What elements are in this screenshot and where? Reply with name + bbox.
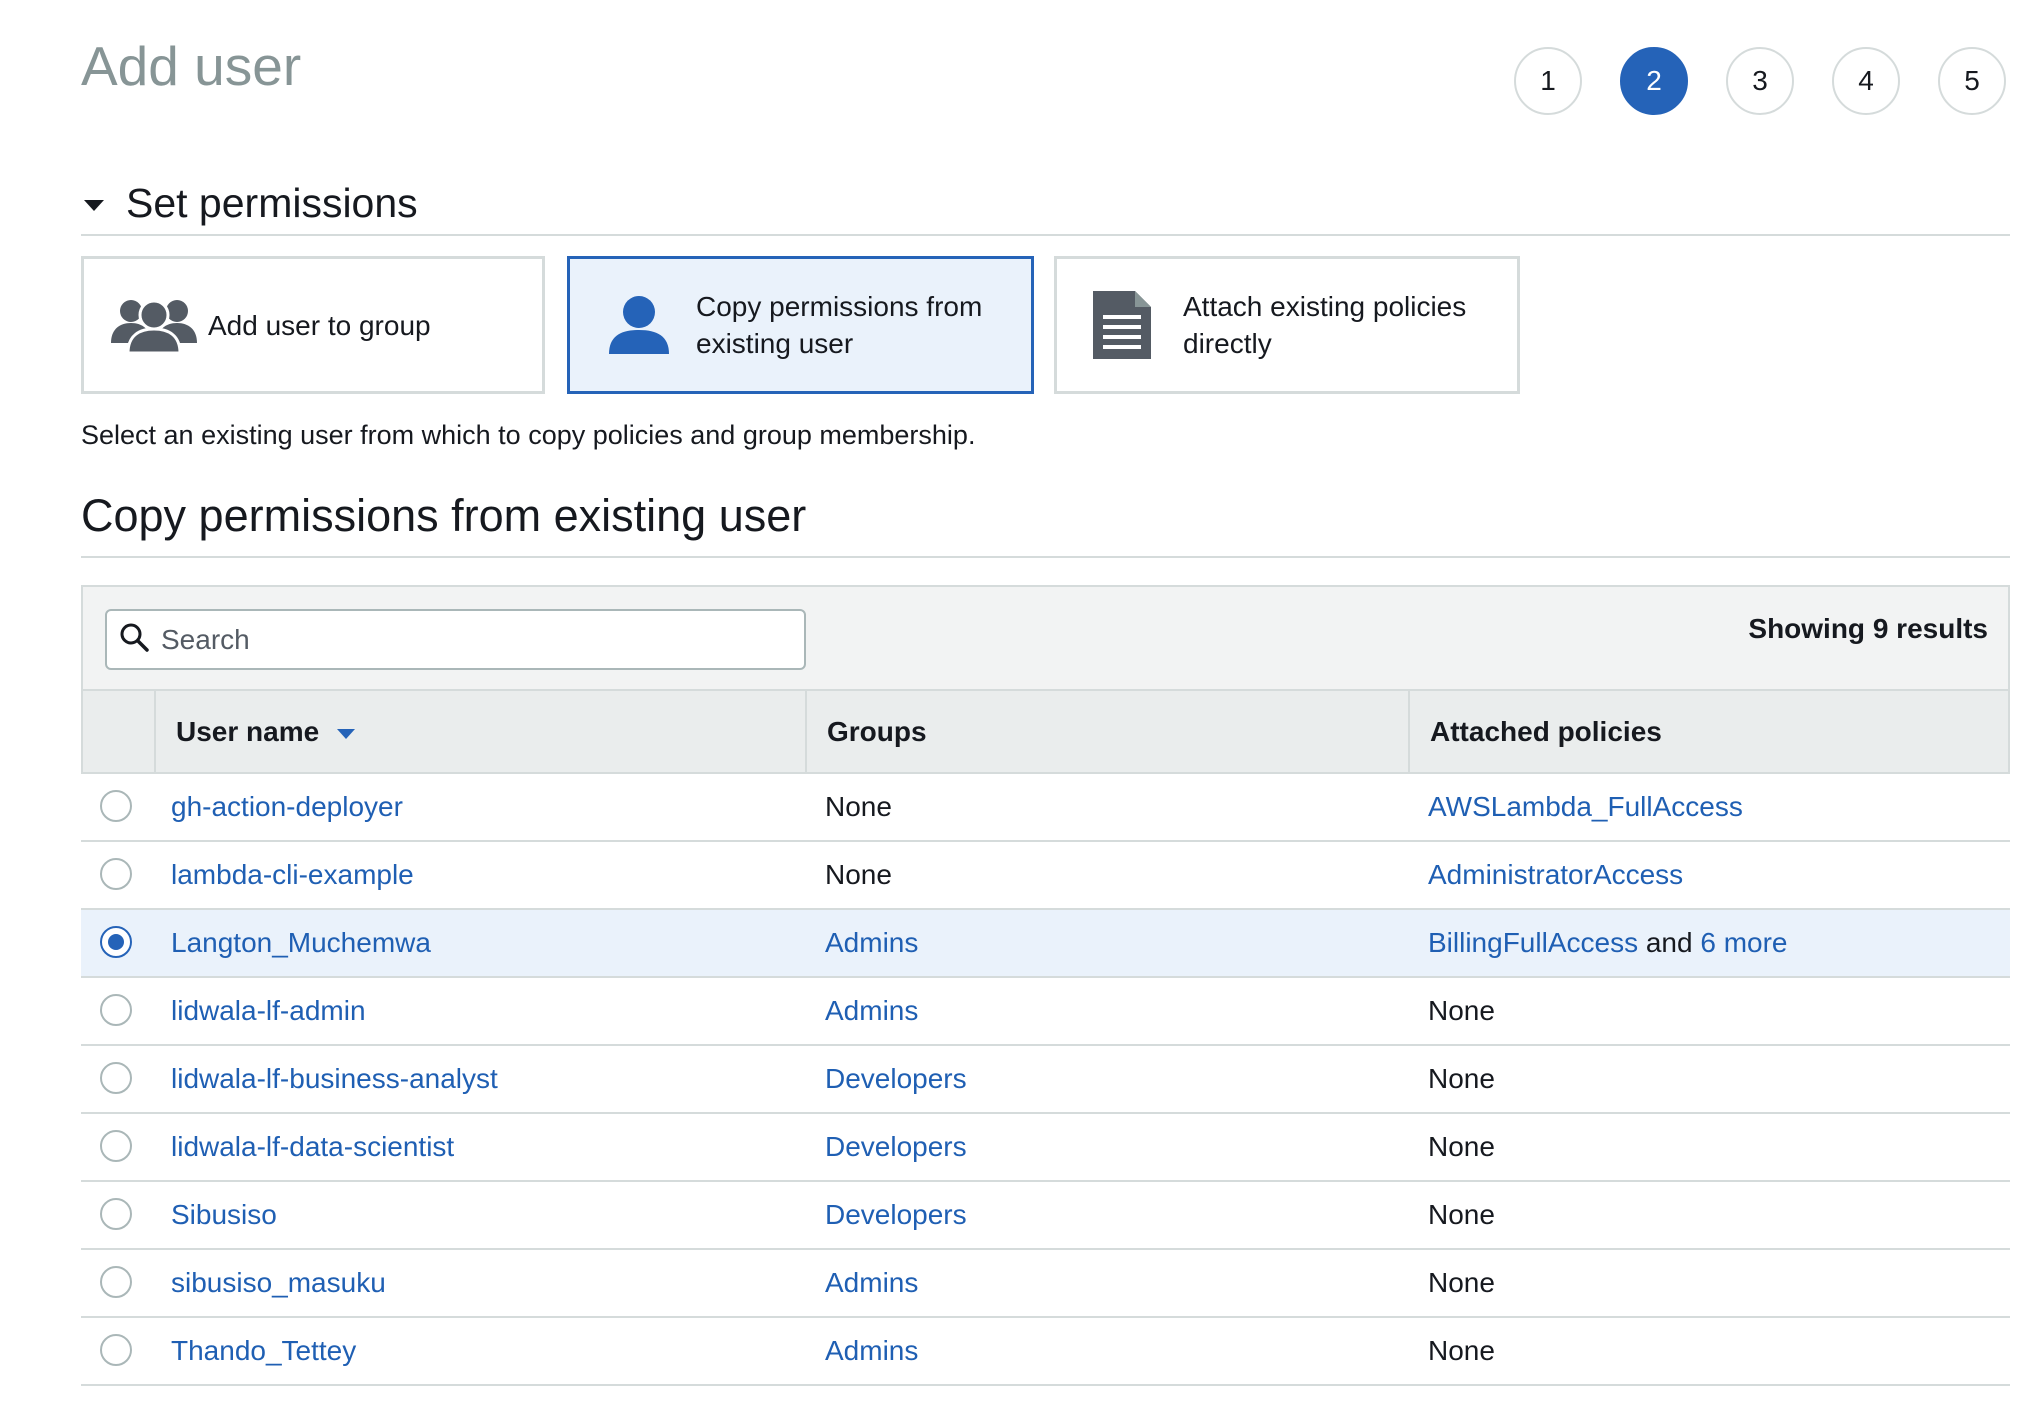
- divider: [81, 234, 2010, 236]
- table-row[interactable]: lidwala-lf-admin Admins None: [81, 978, 2010, 1046]
- set-permissions-toggle[interactable]: Set permissions: [84, 180, 418, 227]
- table-row[interactable]: Thando_Tettey Admins None: [81, 1318, 2010, 1386]
- user-name-link[interactable]: lidwala-lf-admin: [171, 978, 366, 1044]
- option-label: Copy permissions from existing user: [696, 291, 983, 359]
- row-radio[interactable]: [100, 1062, 132, 1094]
- caret-down-icon: [84, 200, 104, 211]
- row-radio-checked[interactable]: [100, 926, 132, 958]
- group-link[interactable]: Admins: [825, 978, 918, 1044]
- step-5[interactable]: 5: [1938, 47, 2006, 115]
- group-link[interactable]: Admins: [825, 1318, 918, 1384]
- table-row[interactable]: lidwala-lf-data-scientist Developers Non…: [81, 1114, 2010, 1182]
- row-radio[interactable]: [100, 858, 132, 890]
- row-radio[interactable]: [100, 1198, 132, 1230]
- group-link[interactable]: Admins: [825, 910, 918, 976]
- policy-and-text: and: [1645, 927, 1693, 958]
- user-name-link[interactable]: Sibusiso: [171, 1182, 277, 1248]
- table-header: User name Groups Attached policies: [81, 689, 2010, 774]
- row-radio[interactable]: [100, 1130, 132, 1162]
- user-name-link[interactable]: gh-action-deployer: [171, 774, 403, 840]
- more-policies-link[interactable]: 6 more: [1700, 927, 1787, 959]
- option-add-user-to-group[interactable]: Add user to group: [81, 256, 545, 394]
- user-name-link[interactable]: sibusiso_masuku: [171, 1250, 386, 1316]
- search-icon: [119, 622, 149, 657]
- section-title: Set permissions: [126, 180, 418, 226]
- policies-cell: None: [1428, 1267, 1495, 1298]
- policy-link[interactable]: AWSLambda_FullAccess: [1428, 774, 1743, 840]
- user-name-link[interactable]: lidwala-lf-business-analyst: [171, 1046, 498, 1112]
- policy-link[interactable]: BillingFullAccess: [1428, 927, 1638, 959]
- table-toolbar: Showing 9 results: [81, 585, 2010, 689]
- table-row[interactable]: lidwala-lf-business-analyst Developers N…: [81, 1046, 2010, 1114]
- step-4[interactable]: 4: [1832, 47, 1900, 115]
- table-row[interactable]: sibusiso_masuku Admins None: [81, 1250, 2010, 1318]
- user-name-link[interactable]: lambda-cli-example: [171, 842, 414, 908]
- policies-cell: None: [1428, 1335, 1495, 1366]
- user-group-icon: [106, 295, 202, 355]
- table-row[interactable]: Sibusiso Developers None: [81, 1182, 2010, 1250]
- table-row[interactable]: lambda-cli-example None AdministratorAcc…: [81, 842, 2010, 910]
- row-radio[interactable]: [100, 1334, 132, 1366]
- policies-cell: None: [1428, 1131, 1495, 1162]
- option-copy-permissions[interactable]: Copy permissions from existing user: [567, 256, 1034, 394]
- policies-cell: None: [1428, 995, 1495, 1026]
- users-table: Showing 9 results User name Groups Attac…: [81, 585, 2010, 1390]
- policy-link[interactable]: AdministratorAccess: [1428, 842, 1683, 908]
- column-header-attached-policies: Attached policies: [1430, 715, 1662, 747]
- group-link[interactable]: Developers: [825, 1046, 967, 1112]
- row-radio[interactable]: [100, 994, 132, 1026]
- user-name-link[interactable]: Thando_Tettey: [171, 1318, 356, 1384]
- option-label: Add user to group: [208, 309, 431, 341]
- group-link[interactable]: Developers: [825, 1182, 967, 1248]
- search-input[interactable]: [159, 622, 783, 657]
- search-field[interactable]: [105, 609, 806, 670]
- column-header-user-name[interactable]: User name: [156, 691, 736, 772]
- divider: [81, 556, 2010, 558]
- results-count: Showing 9 results: [1748, 613, 1988, 644]
- user-name-link[interactable]: lidwala-lf-data-scientist: [171, 1114, 454, 1180]
- page-title: Add user: [81, 35, 302, 97]
- step-2[interactable]: 2: [1620, 47, 1688, 115]
- policies-cell: None: [1428, 1199, 1495, 1230]
- table-row[interactable]: gh-action-deployer None AWSLambda_FullAc…: [81, 774, 2010, 842]
- row-radio[interactable]: [100, 790, 132, 822]
- row-radio[interactable]: [100, 1266, 132, 1298]
- policies-cell: BillingFullAccess and 6 more: [1428, 910, 1788, 976]
- groups-cell: None: [825, 859, 892, 890]
- step-1[interactable]: 1: [1514, 47, 1582, 115]
- option-label: Attach existing policies directly: [1183, 291, 1467, 359]
- copy-permissions-heading: Copy permissions from existing user: [81, 490, 807, 541]
- groups-cell: None: [825, 791, 892, 822]
- table-row-selected[interactable]: Langton_Muchemwa Admins BillingFullAcces…: [81, 910, 2010, 978]
- user-name-link[interactable]: Langton_Muchemwa: [171, 910, 431, 976]
- user-icon: [604, 294, 674, 356]
- option-attach-policies[interactable]: Attach existing policies directly: [1054, 256, 1520, 394]
- sort-descending-icon: [337, 728, 356, 739]
- group-link[interactable]: Admins: [825, 1250, 918, 1316]
- policies-cell: None: [1428, 1063, 1495, 1094]
- step-3[interactable]: 3: [1726, 47, 1794, 115]
- group-link[interactable]: Developers: [825, 1114, 967, 1180]
- column-header-groups: Groups: [827, 715, 927, 747]
- document-icon: [1087, 289, 1157, 361]
- help-text: Select an existing user from which to co…: [81, 420, 976, 450]
